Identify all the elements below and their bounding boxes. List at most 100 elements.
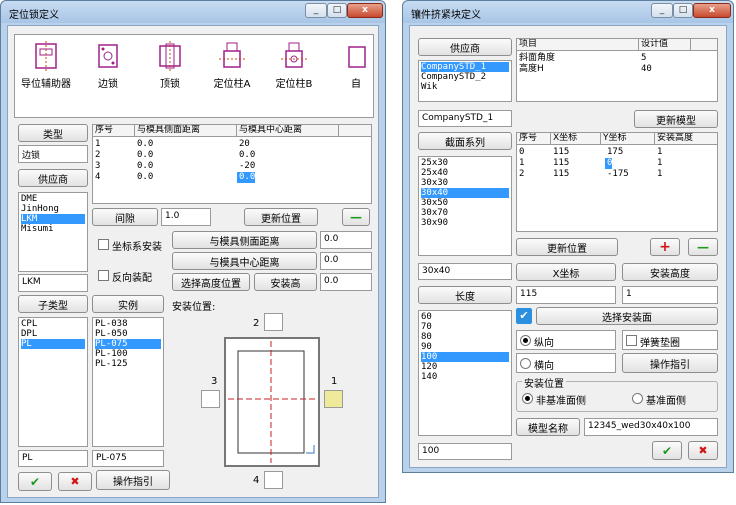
cancel-button[interactable]: ✖ bbox=[688, 441, 718, 460]
install-height-input[interactable]: 0.0 bbox=[320, 273, 372, 291]
instance-list[interactable]: PL-038 PL-050 PL-075 PL-100 PL-125 bbox=[92, 317, 164, 447]
list-item[interactable]: PL-038 bbox=[95, 319, 161, 329]
supplier-button[interactable]: 供应商 bbox=[418, 38, 512, 56]
cancel-button[interactable]: ✖ bbox=[58, 472, 92, 491]
gap-input[interactable]: 1.0 bbox=[161, 208, 211, 226]
supplier-button[interactable]: 供应商 bbox=[18, 169, 88, 187]
section-series-button[interactable]: 截面系列 bbox=[418, 132, 512, 150]
update-position-button[interactable]: 更新位置 bbox=[244, 208, 318, 226]
list-item[interactable]: 60 bbox=[421, 312, 509, 322]
model-name-button[interactable]: 模型名称 bbox=[516, 418, 580, 436]
install-height-button[interactable]: 安装高 bbox=[254, 273, 317, 291]
table-cell[interactable]: 115 bbox=[551, 169, 569, 180]
table-cell-selected[interactable]: 0 bbox=[605, 158, 613, 169]
position-4-button[interactable] bbox=[264, 471, 283, 489]
remove-row-button[interactable]: — bbox=[688, 238, 718, 256]
table-cell[interactable]: 1 bbox=[655, 158, 662, 169]
list-item[interactable]: PL-100 bbox=[95, 349, 161, 359]
ok-button[interactable]: ✔ bbox=[18, 472, 52, 491]
side-distance-input[interactable]: 0.0 bbox=[320, 231, 372, 249]
icon-item-side-lock[interactable]: 边锁 bbox=[77, 41, 139, 90]
table-cell[interactable]: -175 bbox=[605, 169, 629, 180]
type-button[interactable]: 类型 bbox=[18, 124, 88, 142]
minimize-button[interactable]: _ bbox=[651, 3, 673, 18]
table-cell[interactable]: 175 bbox=[605, 147, 623, 158]
table-cell-selected[interactable]: 0.0 bbox=[237, 172, 256, 183]
maximize-button[interactable]: □ bbox=[673, 3, 693, 18]
title-bar[interactable]: 镶件挤紧块定义 _ □ x bbox=[403, 1, 733, 23]
instance-button[interactable]: 实例 bbox=[92, 295, 164, 313]
icon-item-locating-pin-b[interactable]: 定位柱B bbox=[263, 41, 325, 90]
table-cell[interactable]: 0.0 bbox=[135, 172, 153, 183]
icon-item-partial[interactable]: 自 bbox=[325, 41, 373, 90]
list-item-selected[interactable]: CompanySTD_1 bbox=[421, 62, 509, 72]
horizontal-radio[interactable] bbox=[520, 358, 531, 369]
coord-install-checkbox[interactable] bbox=[98, 239, 109, 250]
list-item[interactable]: 25x40 bbox=[421, 168, 509, 178]
table-cell[interactable]: 1 bbox=[655, 169, 662, 180]
list-item[interactable]: 25x30 bbox=[421, 158, 509, 168]
list-item[interactable]: 120 bbox=[421, 362, 509, 372]
list-item-selected[interactable]: PL bbox=[21, 339, 85, 349]
list-item[interactable]: DME bbox=[21, 194, 85, 204]
table-cell[interactable]: 1 bbox=[655, 147, 662, 158]
list-item[interactable]: 30x30 bbox=[421, 178, 509, 188]
list-item[interactable]: CompanySTD_2 bbox=[421, 72, 509, 82]
add-row-button[interactable]: + bbox=[650, 238, 680, 256]
list-item[interactable]: 70 bbox=[421, 322, 509, 332]
list-item[interactable]: 30x50 bbox=[421, 198, 509, 208]
subtype-list[interactable]: CPL DPL PL bbox=[18, 317, 88, 447]
column-header[interactable]: X坐标 bbox=[551, 133, 601, 145]
position-3-button[interactable] bbox=[201, 390, 220, 408]
select-height-button[interactable]: 选择高度位置 bbox=[172, 273, 250, 291]
table-cell[interactable]: 1 bbox=[517, 158, 524, 169]
table-cell[interactable]: 2 bbox=[517, 169, 524, 180]
table-cell[interactable]: 2 bbox=[93, 150, 100, 161]
center-distance-input[interactable]: 0.0 bbox=[320, 252, 372, 270]
icon-item-top-lock[interactable]: 顶锁 bbox=[139, 41, 201, 90]
section-list[interactable]: 25x30 25x40 30x30 30x40 30x50 30x70 30x9… bbox=[418, 156, 512, 256]
column-header[interactable]: 设计值 bbox=[639, 39, 691, 51]
list-item[interactable]: 90 bbox=[421, 342, 509, 352]
table-cell[interactable]: 5 bbox=[639, 53, 646, 64]
x-coord-button[interactable]: X坐标 bbox=[516, 263, 616, 281]
minimize-button[interactable]: _ bbox=[305, 3, 327, 18]
list-item[interactable]: Misumi bbox=[21, 224, 85, 234]
list-item-selected[interactable]: PL-075 bbox=[95, 339, 161, 349]
list-item[interactable]: 30x70 bbox=[421, 208, 509, 218]
spring-pad-checkbox[interactable] bbox=[626, 335, 637, 346]
list-item-selected[interactable]: 30x40 bbox=[421, 188, 509, 198]
operation-guide-button[interactable]: 操作指引 bbox=[96, 470, 170, 490]
column-header[interactable]: 与模具中心距离 bbox=[237, 125, 339, 137]
position-table[interactable]: 序号 X坐标 Y坐标 安装高度 0 115 175 1 1 115 0 1 2 … bbox=[516, 132, 718, 232]
table-cell[interactable]: 3 bbox=[93, 161, 100, 172]
length-button[interactable]: 长度 bbox=[418, 286, 512, 304]
column-header[interactable]: 安装高度 bbox=[655, 133, 717, 145]
table-cell[interactable]: 0.0 bbox=[237, 150, 255, 161]
table-cell[interactable]: 115 bbox=[551, 147, 569, 158]
list-item-selected[interactable]: LKM bbox=[21, 214, 85, 224]
side-distance-button[interactable]: 与模具侧面距离 bbox=[172, 231, 317, 249]
table-cell[interactable]: 4 bbox=[93, 172, 100, 183]
install-height-button[interactable]: 安装高度 bbox=[622, 263, 718, 281]
list-item[interactable]: 80 bbox=[421, 332, 509, 342]
gap-button[interactable]: 间隙 bbox=[92, 208, 158, 226]
table-cell[interactable]: 0.0 bbox=[135, 161, 153, 172]
column-header[interactable]: Y坐标 bbox=[601, 133, 655, 145]
remove-row-button[interactable]: — bbox=[342, 208, 370, 226]
icon-item-locating-pin-a[interactable]: 定位柱A bbox=[201, 41, 263, 90]
column-header[interactable]: 项目 bbox=[517, 39, 639, 51]
ok-button[interactable]: ✔ bbox=[652, 441, 682, 460]
table-cell[interactable]: -20 bbox=[237, 161, 255, 172]
table-cell[interactable]: 40 bbox=[639, 64, 652, 75]
distance-table[interactable]: 序号 与模具侧面距离 与模具中心距离 1 0.0 20 2 0.0 0.0 3 … bbox=[92, 124, 372, 204]
list-item[interactable]: 30x90 bbox=[421, 218, 509, 228]
position-1-button[interactable] bbox=[324, 390, 343, 408]
list-item[interactable]: Wik bbox=[421, 82, 509, 92]
table-cell[interactable]: 0 bbox=[517, 147, 524, 158]
table-cell[interactable]: 0.0 bbox=[135, 150, 153, 161]
position-2-button[interactable] bbox=[264, 313, 283, 331]
x-coord-input[interactable]: 115 bbox=[516, 286, 616, 304]
model-name-input[interactable]: 12345_wed30x40x100 bbox=[584, 418, 718, 436]
operation-guide-button[interactable]: 操作指引 bbox=[622, 353, 718, 373]
